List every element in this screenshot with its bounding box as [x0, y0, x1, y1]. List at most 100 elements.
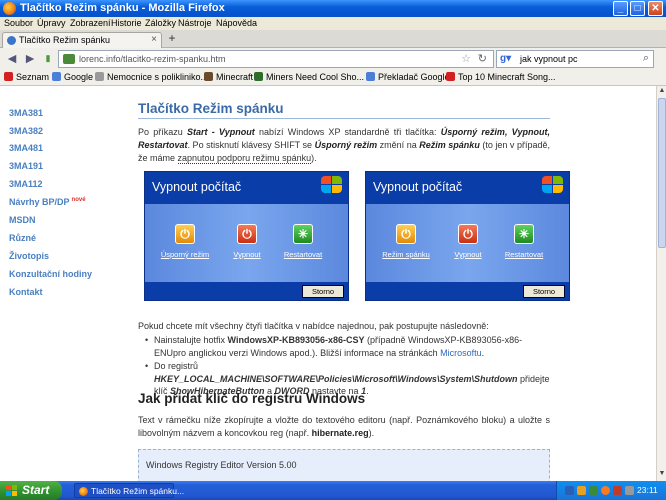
menu-soubor[interactable]: Soubor: [4, 18, 33, 28]
tab-label: Tlačítko Režim spánku: [19, 35, 111, 45]
sidebar-item-3ma112[interactable]: 3MA112: [9, 179, 43, 189]
reload-icon[interactable]: ↻: [478, 52, 487, 65]
dialog-title: Vypnout počítač: [373, 180, 463, 194]
sidebar-item-konzultace[interactable]: Konzultační hodiny: [9, 269, 92, 279]
registry-code-box[interactable]: Windows Registry Editor Version 5.00: [138, 449, 550, 481]
firefox-tray-icon[interactable]: [601, 486, 610, 495]
minimize-button[interactable]: _: [613, 1, 628, 16]
google-icon[interactable]: g▾: [500, 53, 511, 64]
bluetooth-icon[interactable]: [565, 486, 574, 495]
page-viewport: 3MA381 3MA382 3MA481 3MA191 3MA112 Návrh…: [0, 86, 656, 481]
navigation-bar: ◄ ► ▮ lorenc.info/tlacitko-rezim-spanku.…: [0, 48, 666, 70]
windows-logo-icon: [321, 176, 343, 194]
forward-button[interactable]: ►: [22, 51, 38, 67]
windows-logo-icon: [542, 176, 564, 194]
firefox-icon: [79, 487, 88, 496]
section-heading: Jak přidat klíč do registru Windows: [138, 391, 366, 406]
taskbar-firefox-window[interactable]: Tlačítko Režim spánku...: [74, 483, 184, 498]
network-icon[interactable]: [589, 486, 598, 495]
tab-active[interactable]: Tlačítko Režim spánku ×: [2, 32, 162, 48]
menu-napoveda[interactable]: Nápověda: [216, 18, 257, 28]
sidebar-item-zivotopis[interactable]: Životopis: [9, 251, 49, 261]
standby-button[interactable]: ⏻ Úsporný režim: [155, 224, 215, 259]
firefox-icon: [3, 2, 16, 15]
menu-zalozky[interactable]: Záložky: [145, 18, 176, 28]
menu-nastroje[interactable]: Nástroje: [178, 18, 212, 28]
bookmark-google[interactable]: Google: [52, 72, 93, 82]
hibernation-support-link[interactable]: zapnutou podporu režimu spánku: [177, 153, 312, 164]
sidebar-item-3ma381[interactable]: 3MA381: [9, 108, 43, 118]
clock[interactable]: 23:11: [637, 485, 658, 495]
cancel-button[interactable]: Storno: [302, 285, 344, 298]
bookmarks-bar: Seznam Google Nemocnice s polikliniko...…: [0, 70, 666, 86]
sidebar-item-label: Návrhy BP/DP: [9, 197, 70, 207]
bookmark-nemocnice[interactable]: Nemocnice s polikliniko...: [95, 72, 208, 82]
bookmark-prekladac[interactable]: Překladač Google: [366, 72, 450, 82]
maximize-button[interactable]: □: [630, 1, 645, 16]
sidebar-item-3ma191[interactable]: 3MA191: [9, 161, 43, 171]
search-icon[interactable]: ⌕: [643, 52, 649, 65]
back-button[interactable]: ◄: [4, 51, 20, 67]
sidebar-item-3ma382[interactable]: 3MA382: [9, 126, 43, 136]
menu-bar: Soubor Úpravy Zobrazení Historie Záložky…: [0, 17, 666, 30]
restart-button[interactable]: ✳ Restartovat: [273, 224, 333, 259]
sidebar-item-3ma481[interactable]: 3MA481: [9, 143, 43, 153]
sidebar-item-msdn[interactable]: MSDN: [9, 215, 36, 225]
windows-logo-icon: [6, 485, 18, 496]
restart-button[interactable]: ✳ Restartovat: [494, 224, 554, 259]
menu-zobrazeni[interactable]: Zobrazení: [70, 18, 111, 28]
google-icon: [52, 72, 61, 81]
sidebar-item-ruzne[interactable]: Různé: [9, 233, 36, 243]
menu-upravy[interactable]: Úpravy: [37, 18, 66, 28]
seznam-icon: [4, 72, 13, 81]
bookmark-seznam[interactable]: Seznam: [4, 72, 49, 82]
new-badge: nové: [71, 197, 86, 203]
scrollbar-thumb[interactable]: [658, 98, 666, 248]
tab-bar: Tlačítko Režim spánku × +: [0, 30, 666, 48]
microsoft-link[interactable]: Microsoftu: [440, 348, 482, 358]
page-favicon: [7, 36, 16, 45]
system-tray: 23:11: [556, 481, 666, 500]
search-query: jak vypnout pc: [520, 54, 578, 64]
instructions-paragraph: Pokud chcete mít všechny čtyři tlačítka …: [138, 321, 489, 331]
menu-historie[interactable]: Historie: [111, 18, 142, 28]
volume-icon[interactable]: [625, 486, 634, 495]
window-title: Tlačítko Režim spánku - Mozilla Firefox: [20, 2, 225, 14]
cancel-button[interactable]: Storno: [523, 285, 565, 298]
code-line: Windows Registry Editor Version 5.00: [146, 460, 297, 470]
new-tab-button[interactable]: +: [165, 32, 179, 46]
scroll-down-icon[interactable]: ▼: [658, 470, 666, 479]
turn-off-button[interactable]: ⏻ Vypnout: [217, 224, 277, 259]
warning-icon[interactable]: [577, 486, 586, 495]
intro-paragraph: Po příkazu Start - Vypnout nabízí Window…: [138, 127, 550, 164]
globe-icon: [95, 72, 104, 81]
hibernate-button[interactable]: ⏻ Režim spánku: [376, 224, 436, 259]
signal-icon: ▮: [45, 53, 51, 63]
search-input[interactable]: g▾ jak vypnout pc ⌕: [496, 50, 654, 68]
taskbar-item-label: Tlačítko Režim spánku...: [91, 486, 185, 496]
start-label: Start: [22, 483, 50, 497]
bookmark-minecraft[interactable]: Minecraft: [204, 72, 253, 82]
bookmark-top10[interactable]: Top 10 Minecraft Song...: [446, 72, 556, 82]
url-text: lorenc.info/tlacitko-rezim-spanku.htm: [79, 54, 226, 64]
youtube-icon: [446, 72, 455, 81]
address-bar[interactable]: lorenc.info/tlacitko-rezim-spanku.htm ☆ …: [58, 50, 494, 68]
tab-close-icon[interactable]: ×: [151, 34, 157, 45]
vertical-scrollbar[interactable]: ▲ ▼: [656, 86, 666, 481]
security-icon[interactable]: [613, 486, 622, 495]
turn-off-button[interactable]: ⏻ Vypnout: [438, 224, 498, 259]
copy-instructions-paragraph: Text v rámečku níže zkopírujte a vložte …: [138, 415, 550, 438]
bookmark-miners[interactable]: Miners Need Cool Sho...: [254, 72, 364, 82]
dialog-title: Vypnout počítač: [152, 180, 242, 194]
taskbar: Start Tlačítko Režim spánku... 23:11: [0, 481, 666, 500]
sidebar-item-navrhy[interactable]: Návrhy BP/DP nové: [9, 197, 86, 207]
power-icon: ⏻: [237, 224, 257, 244]
bookmark-star-icon[interactable]: ☆: [461, 52, 471, 65]
start-button[interactable]: Start: [0, 481, 62, 500]
shutdown-dialog-hibernate: Vypnout počítač ⏻ Režim spánku ⏻ Vypnout ✳…: [365, 171, 570, 301]
sidebar-item-kontakt[interactable]: Kontakt: [9, 287, 43, 297]
close-window-button[interactable]: ✕: [648, 1, 663, 16]
scroll-up-icon[interactable]: ▲: [658, 87, 666, 96]
jk-icon: [254, 72, 263, 81]
minecraft-icon: [204, 72, 213, 81]
